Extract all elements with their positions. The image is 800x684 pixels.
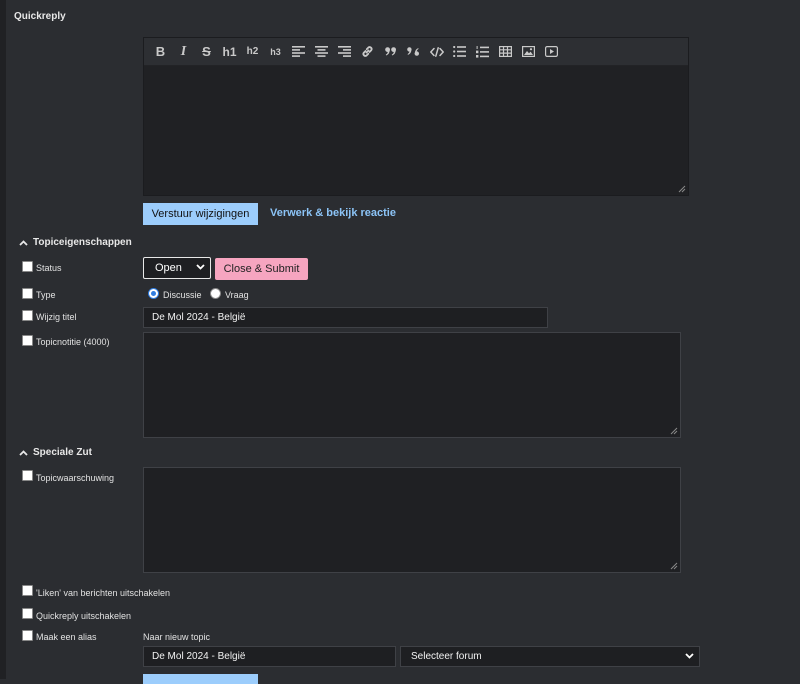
- heading-3-icon[interactable]: h3: [264, 42, 287, 62]
- align-right-icon[interactable]: [333, 42, 356, 62]
- make-alias-checkbox[interactable]: [22, 630, 33, 641]
- topic-properties-title: Topiceigenschappen: [33, 237, 132, 248]
- reply-editor: B I S h1 h2 h3: [143, 37, 689, 196]
- strikethrough-icon[interactable]: S: [195, 42, 218, 62]
- forum-select-value: Selecteer forum: [411, 651, 482, 662]
- link-icon[interactable]: [356, 42, 379, 62]
- italic-icon[interactable]: I: [172, 42, 195, 62]
- close-submit-button[interactable]: Close & Submit: [215, 258, 308, 280]
- align-center-icon[interactable]: [310, 42, 333, 62]
- align-left-icon[interactable]: [287, 42, 310, 62]
- change-title-label: Wijzig titel: [36, 312, 77, 322]
- preview-reply-link[interactable]: Verwerk & bekijk reactie: [270, 207, 396, 219]
- topic-warning-checkbox[interactable]: [22, 470, 33, 481]
- chevron-down-icon: [196, 264, 205, 270]
- new-topic-label: Naar nieuw topic: [143, 632, 211, 642]
- type-discussie-label: Discussie: [163, 290, 202, 300]
- quote-icon[interactable]: [379, 42, 402, 62]
- type-checkbox[interactable]: [22, 288, 33, 299]
- chevron-up-icon: [19, 239, 28, 246]
- resize-grip-icon[interactable]: [670, 427, 678, 435]
- status-checkbox[interactable]: [22, 261, 33, 272]
- resize-grip-icon[interactable]: [670, 562, 678, 570]
- forum-select[interactable]: Selecteer forum: [400, 646, 700, 667]
- status-label: Status: [36, 263, 62, 273]
- video-icon[interactable]: [540, 42, 563, 62]
- disable-likes-checkbox[interactable]: [22, 585, 33, 596]
- type-vraag-radio[interactable]: [210, 288, 221, 299]
- reply-textarea[interactable]: [144, 66, 688, 195]
- disable-quickreply-label: Quickreply uitschakelen: [36, 611, 132, 621]
- bold-icon[interactable]: B: [149, 42, 172, 62]
- type-discussie-radio[interactable]: [148, 288, 159, 299]
- table-icon[interactable]: [494, 42, 517, 62]
- status-select[interactable]: Open: [143, 257, 211, 279]
- topic-note-textarea[interactable]: [143, 332, 681, 438]
- image-icon[interactable]: [517, 42, 540, 62]
- type-vraag-label: Vraag: [225, 290, 249, 300]
- topic-properties-heading[interactable]: Topiceigenschappen: [19, 237, 132, 248]
- alias-submit-button[interactable]: [143, 674, 258, 684]
- make-alias-label: Maak een alias: [36, 632, 97, 642]
- title-input[interactable]: De Mol 2024 - België: [143, 307, 548, 328]
- page-title: Quickreply: [14, 11, 66, 22]
- heading-1-icon[interactable]: h1: [218, 42, 241, 62]
- editor-toolbar: B I S h1 h2 h3: [144, 38, 688, 65]
- type-label: Type: [36, 290, 56, 300]
- disable-quickreply-checkbox[interactable]: [22, 608, 33, 619]
- topic-warning-label: Topicwaarschuwing: [36, 473, 115, 483]
- heading-2-icon[interactable]: h2: [241, 42, 264, 62]
- resize-grip-icon[interactable]: [678, 185, 686, 193]
- numbered-list-icon[interactable]: [471, 42, 494, 62]
- topic-note-label: Topicnotitie (4000): [36, 337, 110, 347]
- chevron-down-icon: [685, 653, 694, 659]
- quote-reply-icon[interactable]: [402, 42, 425, 62]
- alias-title-input[interactable]: De Mol 2024 - België: [143, 646, 396, 667]
- bullet-list-icon[interactable]: [448, 42, 471, 62]
- submit-changes-button[interactable]: Verstuur wijzigingen: [143, 203, 258, 225]
- topic-warning-textarea[interactable]: [143, 467, 681, 573]
- special-heading[interactable]: Speciale Zut: [19, 447, 92, 458]
- disable-likes-label: 'Liken' van berichten uitschakelen: [36, 588, 171, 598]
- chevron-up-icon: [19, 449, 28, 456]
- special-title: Speciale Zut: [33, 447, 92, 458]
- status-select-value: Open: [155, 262, 182, 274]
- code-icon[interactable]: [425, 42, 448, 62]
- change-title-checkbox[interactable]: [22, 310, 33, 321]
- topic-note-checkbox[interactable]: [22, 335, 33, 346]
